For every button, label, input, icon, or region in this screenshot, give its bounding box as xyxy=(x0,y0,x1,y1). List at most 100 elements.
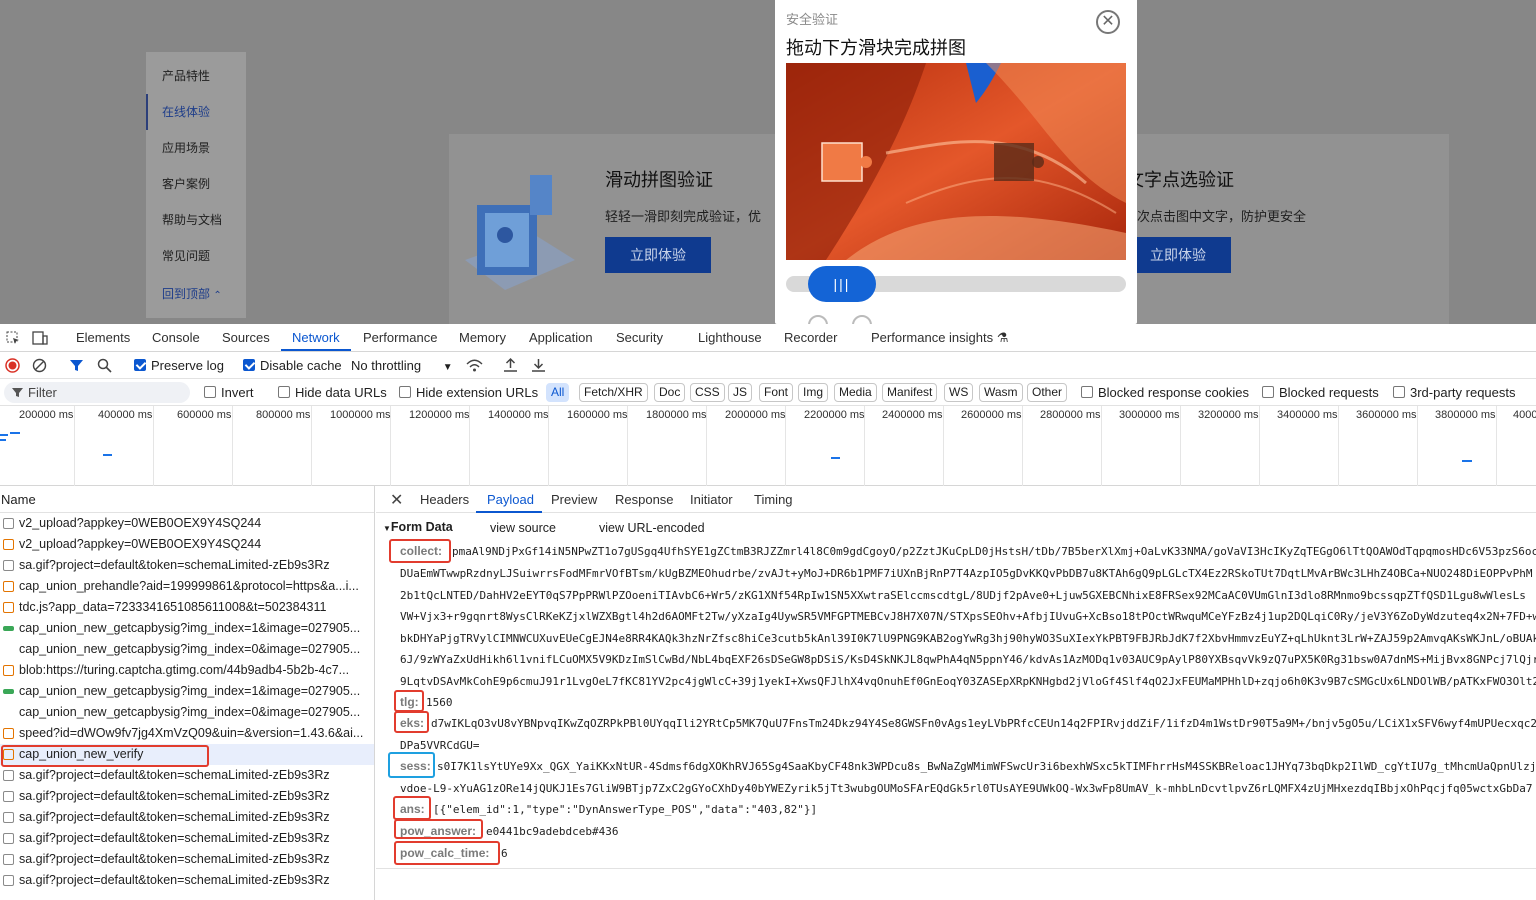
preserve-log-checkbox[interactable]: Preserve log xyxy=(134,358,224,373)
request-row[interactable]: sa.gif?project=default&token=schemaLimit… xyxy=(0,555,374,576)
request-row[interactable]: sa.gif?project=default&token=schemaLimit… xyxy=(0,786,374,807)
nav-item-back-to-top[interactable]: 回到顶部 ⌃ xyxy=(146,276,246,312)
nav-item-cases[interactable]: 客户案例 xyxy=(146,166,246,202)
chip-media[interactable]: Media xyxy=(834,383,877,402)
captcha-slider-handle[interactable]: ||| xyxy=(808,266,876,302)
request-row[interactable]: sa.gif?project=default&token=schemaLimit… xyxy=(0,807,374,828)
tab-console[interactable]: Console xyxy=(152,330,200,345)
hide-extension-urls-checkbox[interactable]: Hide extension URLs xyxy=(399,385,538,400)
request-row[interactable]: cap_union_new_getcapbysig?img_index=0&im… xyxy=(0,639,374,660)
request-row[interactable]: cap_union_new_getcapbysig?img_index=0&im… xyxy=(0,702,374,723)
clear-icon[interactable] xyxy=(32,358,47,373)
request-row[interactable]: sa.gif?project=default&token=schemaLimit… xyxy=(0,828,374,849)
chip-ws[interactable]: WS xyxy=(944,383,974,402)
hide-extension-urls-check[interactable] xyxy=(399,386,411,398)
import-har-icon[interactable] xyxy=(503,357,518,373)
nav-item-online-demo[interactable]: 在线体验 xyxy=(146,94,246,130)
view-source-link[interactable]: view source xyxy=(490,521,556,535)
form-data-heading[interactable]: ▼Form Data xyxy=(383,520,453,534)
disable-cache-checkbox[interactable]: Disable cache xyxy=(243,358,342,373)
blocked-requests-label: Blocked requests xyxy=(1279,385,1379,400)
blocked-requests-check[interactable] xyxy=(1262,386,1274,398)
third-party-check[interactable] xyxy=(1393,386,1405,398)
nav-item-features[interactable]: 产品特性 xyxy=(146,58,246,94)
detail-tab-timing[interactable]: Timing xyxy=(754,492,793,507)
chip-fetch-xhr[interactable]: Fetch/XHR xyxy=(579,383,648,402)
chip-js[interactable]: JS xyxy=(728,383,753,402)
tab-recorder[interactable]: Recorder xyxy=(784,330,837,345)
detail-tab-headers[interactable]: Headers xyxy=(420,492,469,507)
param-value-collect: DUaEmWTwwpRzdnyLJSuiwrrsFodMFmrVOfBTsm/k… xyxy=(400,567,1533,580)
overview-gridline xyxy=(232,406,233,486)
inspect-element-icon[interactable] xyxy=(6,331,20,345)
third-party-checkbox[interactable]: 3rd-party requests xyxy=(1393,385,1516,400)
close-icon[interactable]: ✕ xyxy=(390,490,403,510)
network-conditions-icon[interactable] xyxy=(466,358,483,373)
chip-font[interactable]: Font xyxy=(759,383,794,402)
chip-wasm[interactable]: Wasm xyxy=(979,383,1023,402)
hide-data-urls-check[interactable] xyxy=(278,386,290,398)
request-row[interactable]: blob:https://turing.captcha.gtimg.com/44… xyxy=(0,660,374,681)
tab-network[interactable]: Network xyxy=(292,330,340,345)
tab-security[interactable]: Security xyxy=(616,330,663,345)
throttling-select[interactable]: No throttling ▼ xyxy=(351,358,453,373)
request-row[interactable]: v2_upload?appkey=0WEB0OEX9Y4SQ244 xyxy=(0,534,374,555)
blocked-requests-checkbox[interactable]: Blocked requests xyxy=(1262,385,1379,400)
detail-tab-response[interactable]: Response xyxy=(615,492,674,507)
overview-gridline xyxy=(311,406,312,486)
preserve-log-check[interactable] xyxy=(134,359,146,371)
blocked-cookies-check[interactable] xyxy=(1081,386,1093,398)
request-row[interactable]: cap_union_new_getcapbysig?img_index=1&im… xyxy=(0,681,374,702)
request-row[interactable]: cap_union_prehandle?aid=199999861&protoc… xyxy=(0,576,374,597)
export-har-icon[interactable] xyxy=(531,357,546,373)
chip-css[interactable]: CSS xyxy=(690,383,725,402)
request-row[interactable]: tdc.js?app_data=7233341651085611008&t=50… xyxy=(0,597,374,618)
invert-check[interactable] xyxy=(204,386,216,398)
request-row[interactable]: sa.gif?project=default&token=schemaLimit… xyxy=(0,765,374,786)
overview-request-bar xyxy=(831,457,840,459)
card-slider-try-button[interactable]: 立即体验 xyxy=(605,237,711,273)
detail-tab-payload[interactable]: Payload xyxy=(487,492,534,507)
caret-down-icon: ▼ xyxy=(383,524,391,533)
overview-tick-label: 800000 ms xyxy=(256,409,311,421)
request-row[interactable]: v2_upload?appkey=0WEB0OEX9Y4SQ244 xyxy=(0,513,374,534)
filter-input[interactable]: Filter xyxy=(4,382,190,403)
request-row[interactable]: cap_union_new_getcapbysig?img_index=1&im… xyxy=(0,618,374,639)
nav-item-docs[interactable]: 帮助与文档 xyxy=(146,202,246,238)
tab-performance[interactable]: Performance xyxy=(363,330,437,345)
network-overview-timeline[interactable]: 200000 ms 400000 ms 600000 ms 800000 ms … xyxy=(0,406,1536,486)
hide-data-urls-checkbox[interactable]: Hide data URLs xyxy=(278,385,387,400)
invert-checkbox[interactable]: Invert xyxy=(204,385,254,400)
tab-sources[interactable]: Sources xyxy=(222,330,270,345)
tab-elements[interactable]: Elements xyxy=(76,330,130,345)
nav-item-faq[interactable]: 常见问题 xyxy=(146,238,246,274)
close-icon[interactable]: ✕ xyxy=(1096,10,1120,34)
site-side-nav: 产品特性 在线体验 应用场景 客户案例 帮助与文档 常见问题 回到顶部 ⌃ xyxy=(146,52,246,318)
column-header-name[interactable]: Name xyxy=(0,486,374,513)
detail-tab-initiator[interactable]: Initiator xyxy=(690,492,733,507)
tab-application[interactable]: Application xyxy=(529,330,593,345)
document-icon xyxy=(3,812,14,823)
chip-other[interactable]: Other xyxy=(1027,383,1068,402)
detail-tab-preview[interactable]: Preview xyxy=(551,492,597,507)
chip-all[interactable]: All xyxy=(546,383,570,402)
device-toolbar-icon[interactable] xyxy=(32,331,48,345)
tab-performance-insights[interactable]: Performance insights ⚗ xyxy=(871,330,1008,346)
nav-item-scenarios[interactable]: 应用场景 xyxy=(146,130,246,166)
chip-img[interactable]: Img xyxy=(798,383,829,402)
filter-funnel-icon[interactable] xyxy=(69,358,84,373)
record-stop-icon[interactable] xyxy=(5,358,20,373)
request-row[interactable]: speed?id=dWOw9fv7jg4XmVzQ09&uin=&version… xyxy=(0,723,374,744)
disable-cache-check[interactable] xyxy=(243,359,255,371)
tab-memory[interactable]: Memory xyxy=(459,330,506,345)
chip-doc[interactable]: Doc xyxy=(654,383,686,402)
card-text-click-try-button[interactable]: 立即体验 xyxy=(1125,237,1231,273)
view-url-encoded-link[interactable]: view URL-encoded xyxy=(599,521,705,535)
blocked-cookies-checkbox[interactable]: Blocked response cookies xyxy=(1081,385,1249,400)
search-icon[interactable] xyxy=(97,358,112,373)
tab-lighthouse[interactable]: Lighthouse xyxy=(698,330,762,345)
param-value-collect: 2b1tQcLNTED/DahHV2eEYT0qS7PpPRWlPZOoeniT… xyxy=(400,589,1526,602)
request-row[interactable]: sa.gif?project=default&token=schemaLimit… xyxy=(0,849,374,870)
chip-manifest[interactable]: Manifest xyxy=(882,383,938,402)
request-row[interactable]: sa.gif?project=default&token=schemaLimit… xyxy=(0,870,374,891)
